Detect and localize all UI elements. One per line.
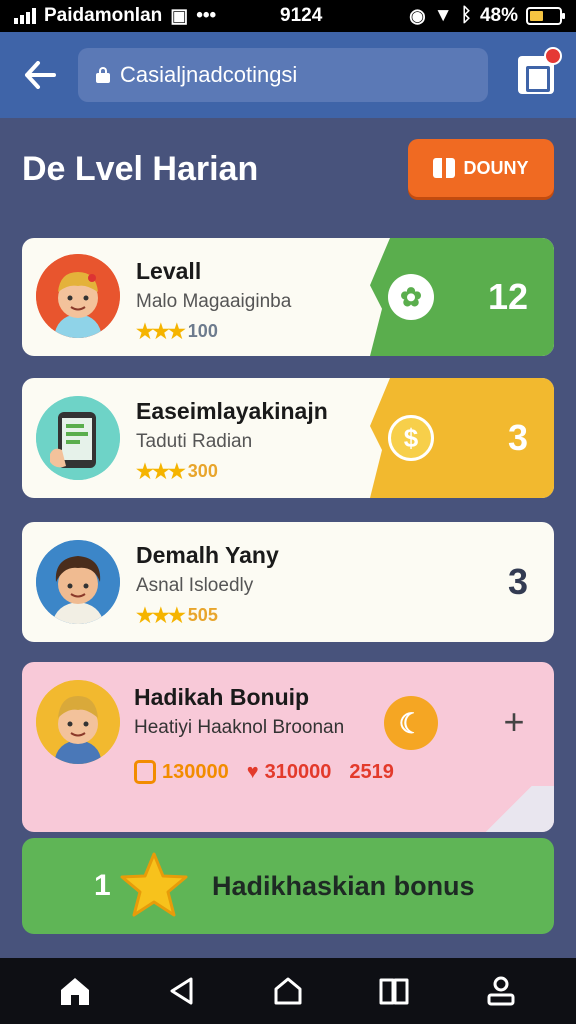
coin-stat: 130000 [134, 760, 229, 784]
extra-value: 2519 [349, 760, 394, 783]
card-title: Levall [136, 258, 202, 284]
level-card-1[interactable]: Levall Malo Magaaiginba ★★★ 100 ✿ 12 [22, 238, 554, 356]
level-count: 3 [507, 417, 528, 458]
level-card-2[interactable]: Easeimlayakinajn Taduti Radian ★★★ 300 $… [22, 378, 554, 498]
rating-value: 100 [187, 321, 218, 341]
leaf-icon: ✿ [388, 274, 434, 320]
man-avatar-icon [36, 540, 120, 624]
clock: 9124 [280, 5, 323, 26]
stars-icon: ★★★ [136, 605, 186, 627]
nav-home[interactable] [55, 971, 95, 1011]
card-title: Easeimlayakinajn [136, 398, 328, 424]
card-title: Demalh Yany [136, 542, 279, 568]
coin-value: 130000 [162, 760, 229, 783]
boy-avatar-icon [36, 680, 120, 764]
wifi-icon: ▼ [433, 5, 453, 26]
bonus-subtitle: Heatiyi Haaknol Broonan [134, 717, 345, 738]
app-bar: Casialjnadcotingsi [0, 32, 576, 118]
level-card-3[interactable]: Demalh Yany Asnal Isloedly ★★★ 505 3 [22, 522, 554, 642]
back-button[interactable] [22, 57, 58, 93]
more-notifications-icon: ••• [196, 5, 217, 26]
avatar [36, 396, 120, 480]
stars-icon: ★★★ [136, 321, 186, 343]
level-tag: $ 3 [370, 378, 554, 498]
card-rating: ★★★ 300 [136, 459, 328, 484]
card-text: Easeimlayakinajn Taduti Radian ★★★ 300 [136, 398, 328, 484]
stars-icon: ★★★ [136, 461, 186, 483]
card-subtitle: Asnal Isloedly [136, 575, 254, 596]
nav-book[interactable] [374, 971, 414, 1011]
heart-icon: ♥ [246, 760, 259, 783]
nav-profile[interactable] [481, 971, 521, 1011]
signal-icon [14, 8, 36, 24]
card-subtitle: Taduti Radian [136, 431, 253, 452]
card-subtitle: Malo Magaaiginba [136, 291, 292, 312]
home-icon [61, 978, 90, 1005]
nav-back[interactable] [162, 971, 202, 1011]
extra-stat: 2519 [349, 761, 394, 784]
profile-icon [487, 976, 515, 1006]
bluetooth-icon: ᛒ [460, 5, 472, 26]
card-text: Levall Malo Magaaiginba ★★★ 100 [136, 258, 291, 344]
book-icon [379, 978, 409, 1005]
gift-icon [433, 158, 456, 178]
avatar [36, 680, 120, 764]
cta-label: Hadikhaskian bonus [212, 870, 475, 901]
star-icon [120, 852, 188, 917]
back-triangle-icon [170, 977, 193, 1005]
url-bar[interactable]: Casialjnadcotingsi [78, 48, 488, 102]
battery-icon [526, 7, 565, 25]
coin-icon [134, 760, 156, 784]
url-text: Casialjnadcotingsi [120, 62, 298, 87]
heart-value: 310000 [264, 760, 332, 783]
page-curl [464, 786, 554, 832]
status-right: ◉ ▼ ᛒ 48% [409, 5, 565, 28]
rating-value: 505 [187, 605, 218, 625]
level-count: 3 [507, 561, 528, 602]
tabs-button[interactable] [518, 47, 562, 94]
page-title: De Lvel Harian [22, 150, 259, 188]
avatar [36, 540, 120, 624]
card-rating: ★★★ 505 [136, 603, 279, 628]
bonus-text: Hadikah Bonuip Heatiyi Haaknol Broonan [134, 684, 344, 739]
level-count: 12 [487, 276, 528, 317]
card-text: Demalh Yany Asnal Isloedly ★★★ 505 [136, 542, 279, 628]
phone-avatar-icon [36, 396, 120, 480]
house-outline-icon [274, 977, 302, 1005]
dnd-icon: ◉ [409, 5, 426, 27]
level-tag: ✿ 12 [370, 238, 554, 356]
back-arrow-icon [25, 61, 56, 89]
cta-count: 1 [94, 869, 111, 902]
status-left: Paidamonlan ▣ ••• [14, 5, 244, 28]
gift-action-label: DOUNY [463, 157, 529, 178]
card-rating: ★★★ 100 [136, 319, 291, 344]
bonus-stats: 130000 ♥ 310000 2519 [134, 760, 394, 784]
coin-icon: $ [388, 415, 434, 461]
moon-coin-icon: ☾ [384, 696, 438, 750]
battery-percent: 48% [479, 5, 518, 26]
lock-icon [96, 67, 110, 83]
status-bar: Paidamonlan ▣ ••• 9124 ◉ ▼ ᛒ 48% [0, 0, 576, 32]
nav-home-outline[interactable] [268, 971, 308, 1011]
bonus-title: Hadikah Bonuip [134, 684, 310, 710]
bottom-nav [0, 958, 576, 1024]
notification-icon: ▣ [170, 5, 189, 27]
carrier-name: Paidamonlan [44, 5, 163, 26]
avatar [36, 254, 120, 338]
claim-bonus-button[interactable]: 1 Hadikhaskian bonus [22, 838, 554, 934]
bonus-card[interactable]: Hadikah Bonuip Heatiyi Haaknol Broonan ☾… [22, 662, 554, 832]
add-button[interactable]: + [496, 704, 532, 740]
heart-stat: ♥ 310000 [247, 761, 332, 784]
notification-badge [544, 47, 562, 65]
gift-action-button[interactable]: DOUNY [408, 139, 554, 197]
boy-avatar-icon [36, 254, 120, 338]
rating-value: 300 [187, 461, 218, 481]
